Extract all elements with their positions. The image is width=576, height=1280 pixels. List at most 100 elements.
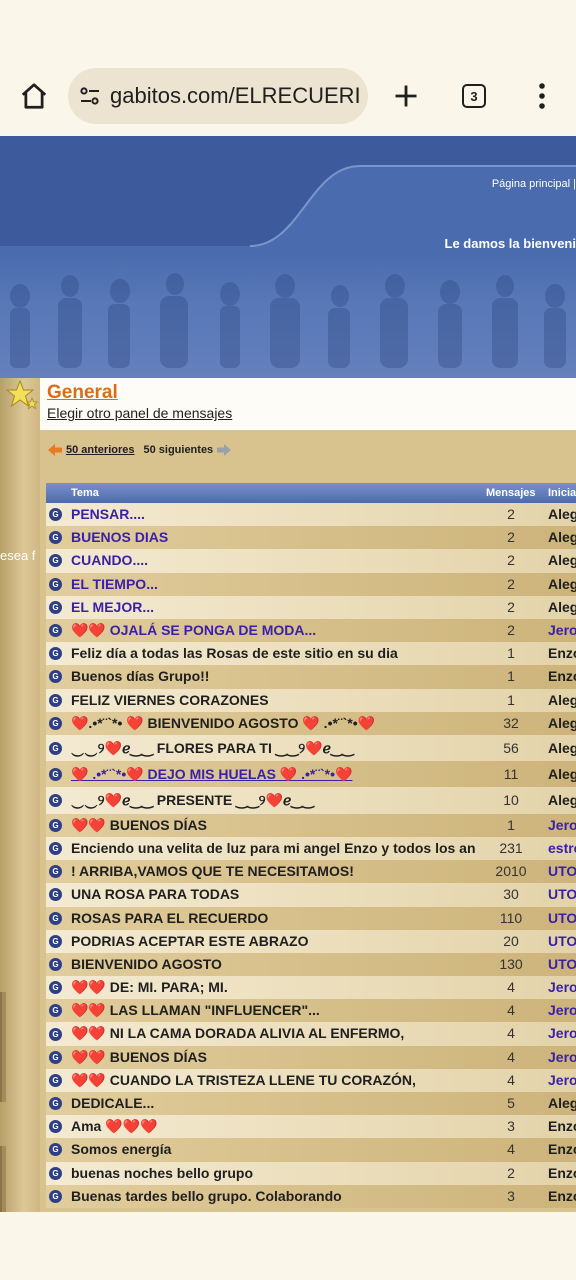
topic-starter[interactable]: estre bbox=[548, 837, 576, 860]
topic-title-link[interactable]: ! ARRIBA,VAMOS QUE TE NECESITAMOS! bbox=[71, 860, 475, 883]
arrow-right-icon[interactable] bbox=[217, 444, 232, 456]
topic-title-link[interactable]: ❤️❤️ BUENOS DÍAS bbox=[71, 814, 475, 837]
topic-starter[interactable]: Aleg bbox=[548, 787, 576, 813]
table-row[interactable]: G Feliz día a todas las Rosas de este sit… bbox=[46, 642, 576, 666]
topic-title-link[interactable]: Ama ❤️❤️❤️ bbox=[71, 1115, 475, 1138]
table-row[interactable]: G DEDICALE... 5 Aleg bbox=[46, 1092, 576, 1116]
topic-title-link[interactable]: Buenas tardes bello grupo. Colaborando bbox=[71, 1185, 475, 1208]
topic-title-link[interactable]: Feliz día a todas las Rosas de este siti… bbox=[71, 642, 475, 665]
table-row[interactable]: G ROSAS PARA EL RECUERDO 110 UTO bbox=[46, 906, 576, 930]
topic-title-link[interactable]: DEDICALE... bbox=[71, 1092, 475, 1115]
topic-starter[interactable]: Aleg bbox=[548, 596, 576, 619]
choose-panel-link[interactable]: Elegir otro panel de mensajes bbox=[47, 405, 576, 421]
topic-starter[interactable]: Jero bbox=[548, 1022, 576, 1045]
topic-title-link[interactable]: Enciendo una velita de luz para mi angel… bbox=[71, 837, 475, 860]
table-row[interactable]: G PODRIAS ACEPTAR ESTE ABRAZO 20 UTO bbox=[46, 929, 576, 953]
table-row[interactable]: G Buenas tardes bello grupo. Colaborando 3… bbox=[46, 1184, 576, 1208]
table-row[interactable]: G PENSAR.... 2 Aleg bbox=[46, 503, 576, 527]
topic-title-link[interactable]: BUENOS DIAS bbox=[71, 526, 475, 549]
topic-title-link[interactable]: ROSAS PARA EL RECUERDO bbox=[71, 907, 475, 930]
table-row[interactable]: G ! ARRIBA,VAMOS QUE TE NECESITAMOS! 2010 U… bbox=[46, 860, 576, 884]
table-row[interactable]: G CUANDO.... 2 Aleg bbox=[46, 549, 576, 573]
table-row[interactable]: G FELIZ VIERNES CORAZONES 1 Aleg bbox=[46, 688, 576, 712]
url-text[interactable]: gabitos.com/ELRECUERI bbox=[110, 83, 361, 109]
topic-starter[interactable]: Aleg bbox=[548, 1092, 576, 1115]
table-row[interactable]: G ❤️ .•*¨`*•❤️ DEJO MIS HUELAS ❤️ .•*¨`*•… bbox=[46, 761, 576, 788]
topic-starter[interactable]: Enzo bbox=[548, 1185, 576, 1208]
topic-title-link[interactable]: ❤️❤️ LAS LLAMAN "INFLUENCER"... bbox=[71, 999, 475, 1022]
table-row[interactable]: G ‿‿୨❤️ℯ‿‿ PRESENTE ‿‿୨❤️ℯ‿‿ 10 Aleg bbox=[46, 787, 576, 814]
topic-starter[interactable]: Aleg bbox=[548, 712, 576, 735]
arrow-left-icon[interactable] bbox=[48, 444, 62, 456]
topic-title-link[interactable]: EL MEJOR... bbox=[71, 596, 475, 619]
new-tab-button[interactable] bbox=[388, 76, 424, 116]
topic-title-link[interactable]: PODRIAS ACEPTAR ESTE ABRAZO bbox=[71, 930, 475, 953]
table-row[interactable]: G EL TIEMPO... 2 Aleg bbox=[46, 572, 576, 596]
previous-page-link[interactable]: 50 anteriores bbox=[66, 444, 134, 456]
topic-title-link[interactable]: buenas noches bello grupo bbox=[71, 1162, 475, 1185]
address-bar[interactable]: gabitos.com/ELRECUERI bbox=[68, 68, 368, 124]
topic-starter[interactable]: Jero bbox=[548, 1046, 576, 1069]
tab-switcher-button[interactable]: 3 bbox=[458, 80, 490, 112]
browser-menu-button[interactable] bbox=[530, 76, 554, 116]
topic-starter[interactable]: Aleg bbox=[548, 761, 576, 787]
table-row[interactable]: G Enciendo una velita de luz para mi ange… bbox=[46, 836, 576, 861]
topic-title-link[interactable]: ❤️❤️ DE: MI. PARA; MI. bbox=[71, 976, 475, 999]
table-row[interactable]: G ❤️❤️ LAS LLAMAN "INFLUENCER"... 4 Jero bbox=[46, 999, 576, 1023]
table-row[interactable]: G ❤️❤️ OJALÁ SE PONGA DE MODA... 2 Jero bbox=[46, 618, 576, 643]
site-settings-icon[interactable] bbox=[78, 84, 102, 108]
banner-nav-links[interactable]: Página principal | bbox=[492, 178, 576, 190]
topic-title-link[interactable]: CUANDO.... bbox=[71, 549, 475, 572]
table-row[interactable]: G EL MEJOR... 2 Aleg bbox=[46, 595, 576, 619]
topic-starter[interactable]: UTO bbox=[548, 907, 576, 930]
topic-starter[interactable]: Aleg bbox=[548, 549, 576, 572]
topic-title-link[interactable]: ❤️.•*¨`*• ❤️ BIENVENIDO AGOSTO ❤️ .•*¨`*… bbox=[71, 712, 475, 735]
table-row[interactable]: G ❤️❤️ DE: MI. PARA; MI. 4 Jero bbox=[46, 976, 576, 1000]
topic-title-link[interactable]: FELIZ VIERNES CORAZONES bbox=[71, 689, 475, 712]
topic-starter[interactable]: Aleg bbox=[548, 689, 576, 712]
table-row[interactable]: G ❤️❤️ BUENOS DÍAS 1 Jero bbox=[46, 813, 576, 837]
topic-starter[interactable]: Enzo bbox=[548, 665, 576, 688]
topic-starter[interactable]: Aleg bbox=[548, 735, 576, 761]
topic-starter[interactable]: Jero bbox=[548, 814, 576, 837]
topic-starter[interactable]: Enzo bbox=[548, 642, 576, 665]
topic-title-link[interactable]: UNA ROSA PARA TODAS bbox=[71, 883, 475, 906]
topic-title-link[interactable]: ❤️❤️ CUANDO LA TRISTEZA LLENE TU CORAZÓN… bbox=[71, 1069, 475, 1092]
topic-starter[interactable]: Enzo bbox=[548, 1162, 576, 1185]
table-row[interactable]: G ‿‿୨❤️ℯ‿‿ FLORES PARA TI ‿‿୨❤️ℯ‿‿ 56 Aleg bbox=[46, 734, 576, 762]
table-row[interactable]: G BIENVENIDO AGOSTO 130 UTO bbox=[46, 952, 576, 977]
topic-title-link[interactable]: Somos energía bbox=[71, 1138, 475, 1161]
table-row[interactable]: G UNA ROSA PARA TODAS 30 UTO bbox=[46, 883, 576, 907]
table-row[interactable]: G Buenos días Grupo!! 1 Enzo bbox=[46, 665, 576, 689]
topic-title-link[interactable]: ❤️❤️ OJALÁ SE PONGA DE MODA... bbox=[71, 619, 475, 642]
topic-starter[interactable]: Enzo bbox=[548, 1138, 576, 1161]
topic-title-link[interactable]: ❤️ .•*¨`*•❤️ DEJO MIS HUELAS ❤️ .•*¨`*•❤… bbox=[71, 761, 475, 787]
table-row[interactable]: G Ama ❤️❤️❤️ 3 Enzo bbox=[46, 1115, 576, 1139]
topic-title-link[interactable]: EL TIEMPO... bbox=[71, 573, 475, 596]
topic-title-link[interactable]: Buenos días Grupo!! bbox=[71, 665, 475, 688]
home-button[interactable] bbox=[14, 76, 54, 116]
table-row[interactable]: G ❤️.•*¨`*• ❤️ BIENVENIDO AGOSTO ❤️ .•*¨`… bbox=[46, 711, 576, 735]
topic-starter[interactable]: UTO bbox=[548, 953, 576, 976]
topic-starter[interactable]: Jero bbox=[548, 1069, 576, 1092]
topic-title-link[interactable]: ‿‿୨❤️ℯ‿‿ PRESENTE ‿‿୨❤️ℯ‿‿ bbox=[71, 787, 475, 813]
topic-title-link[interactable]: ‿‿୨❤️ℯ‿‿ FLORES PARA TI ‿‿୨❤️ℯ‿‿ bbox=[71, 735, 475, 761]
table-row[interactable]: G ❤️❤️ NI LA CAMA DORADA ALIVIA AL ENFERM… bbox=[46, 1022, 576, 1046]
topic-title-link[interactable]: ❤️❤️ BUENOS DÍAS bbox=[71, 1046, 475, 1069]
topic-starter[interactable]: Jero bbox=[548, 619, 576, 642]
topic-title-link[interactable]: ❤️❤️ NI LA CAMA DORADA ALIVIA AL ENFERMO… bbox=[71, 1022, 475, 1045]
topic-starter[interactable]: UTO bbox=[548, 860, 576, 883]
topic-starter[interactable]: UTO bbox=[548, 930, 576, 953]
next-page-label[interactable]: 50 siguientes bbox=[143, 444, 213, 456]
topic-starter[interactable]: Enzo bbox=[548, 1115, 576, 1138]
table-row[interactable]: Gbuenas noches bello grupo 2 Enzo bbox=[46, 1161, 576, 1185]
topic-starter[interactable]: Aleg bbox=[548, 526, 576, 549]
topic-starter[interactable]: Jero bbox=[548, 999, 576, 1022]
topic-title-link[interactable]: PENSAR.... bbox=[71, 503, 475, 526]
table-row[interactable]: G ❤️❤️ CUANDO LA TRISTEZA LLENE TU CORAZÓ… bbox=[46, 1068, 576, 1093]
topic-title-link[interactable]: BIENVENIDO AGOSTO bbox=[71, 953, 475, 976]
topic-starter[interactable]: Aleg bbox=[548, 503, 576, 526]
topic-starter[interactable]: UTO bbox=[548, 883, 576, 906]
table-row[interactable]: G ❤️❤️ BUENOS DÍAS 4 Jero bbox=[46, 1045, 576, 1069]
table-row[interactable]: G BUENOS DIAS 2 Aleg bbox=[46, 526, 576, 550]
